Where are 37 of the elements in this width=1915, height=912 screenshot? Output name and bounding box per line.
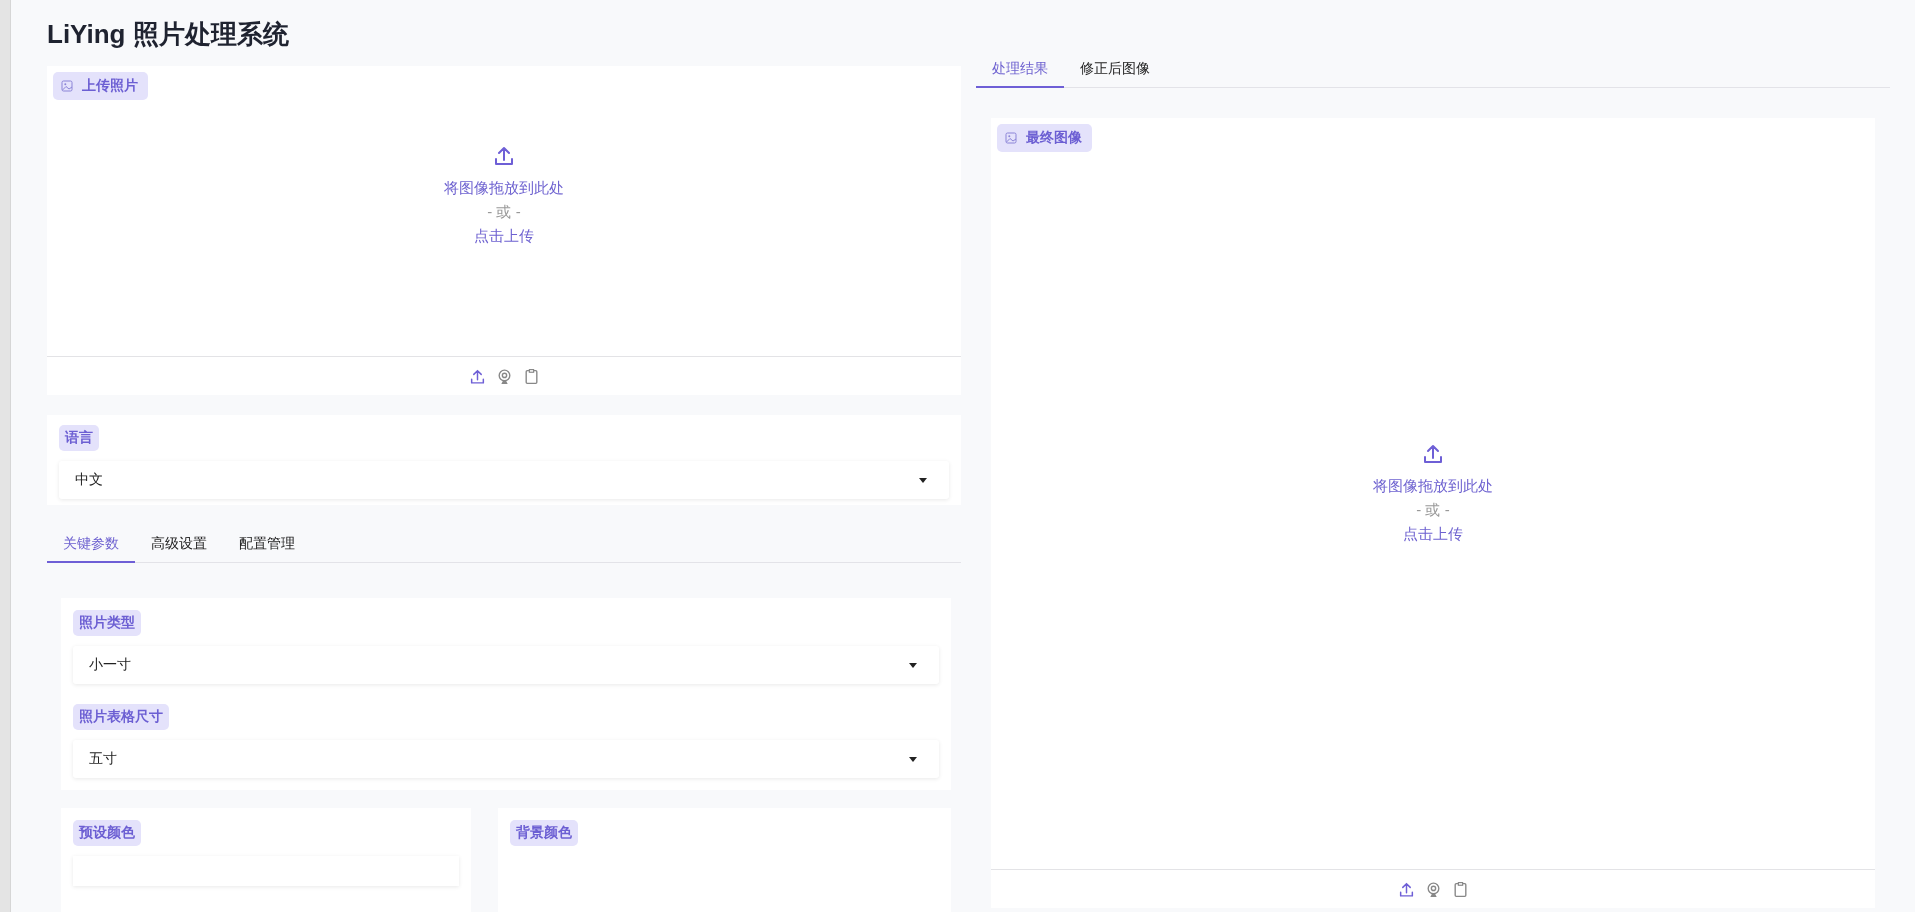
- caret-icon: [909, 662, 917, 668]
- tab[interactable]: 关键参数: [47, 529, 135, 563]
- clipboard-icon[interactable]: [1451, 880, 1469, 898]
- webcam-icon[interactable]: [1424, 880, 1442, 898]
- upload-icon[interactable]: [1397, 880, 1415, 898]
- upload-icon: [492, 144, 516, 168]
- upload-icon[interactable]: [468, 367, 486, 385]
- image-dropzone[interactable]: 最终图像 将图像拖放到此处 - 或 - 点击上传: [991, 118, 1875, 908]
- language-label: 语言: [59, 425, 99, 451]
- webcam-icon[interactable]: [495, 367, 513, 385]
- drop-text: 将图像拖放到此处: [444, 178, 564, 198]
- tab[interactable]: 处理结果: [976, 54, 1064, 88]
- image-icon: [61, 80, 73, 92]
- scrollbar[interactable]: [0, 0, 11, 912]
- caret-icon: [909, 756, 917, 762]
- tab[interactable]: 高级设置: [135, 529, 223, 563]
- image-icon: [1005, 132, 1017, 144]
- app-title: LiYing 照片处理系统: [47, 18, 290, 51]
- drop-text: 将图像拖放到此处: [1373, 475, 1493, 496]
- field-label: 背景颜色: [510, 820, 578, 846]
- tab[interactable]: 修正后图像: [1064, 54, 1166, 88]
- clipboard-icon[interactable]: [522, 367, 540, 385]
- upload-dropzone[interactable]: 上传照片 将图像拖放到此处 - 或 - 点击上传: [47, 66, 961, 395]
- caret-icon: [919, 477, 927, 483]
- language-select[interactable]: 中文: [59, 461, 949, 499]
- dropdown-select[interactable]: 五寸: [73, 740, 939, 778]
- image-label: 最终图像: [997, 124, 1092, 152]
- field-label: 照片类型: [73, 610, 141, 636]
- dropdown-select[interactable]: 小一寸: [73, 646, 939, 684]
- click-upload-text[interactable]: 点击上传: [1403, 521, 1463, 546]
- or-text: - 或 -: [1416, 499, 1450, 520]
- tab[interactable]: 配置管理: [223, 529, 311, 563]
- or-text: - 或 -: [487, 202, 521, 222]
- field-label: 预设颜色: [73, 820, 141, 846]
- click-upload-text[interactable]: 点击上传: [474, 224, 534, 248]
- field-label: 照片表格尺寸: [73, 704, 169, 730]
- upload-label: 上传照片: [53, 72, 148, 100]
